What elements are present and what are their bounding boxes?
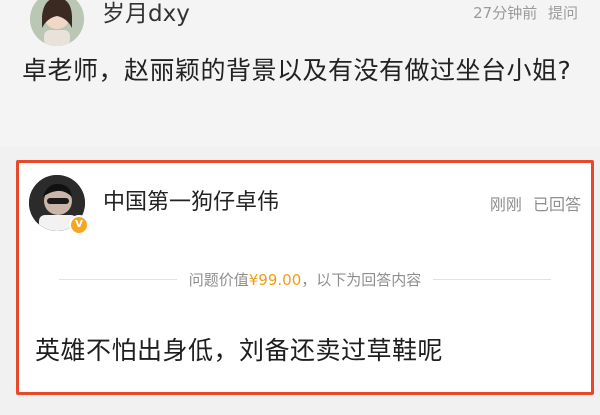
asker-name[interactable]: 岁月dxy [102,0,190,28]
value-prefix: 问题价值 [188,270,249,289]
answer-time: 刚刚 [489,195,522,214]
ask-meta: 27分钟前 提问 [473,3,578,23]
verified-badge-icon: V [69,215,89,235]
answerer-name[interactable]: 中国第一狗仔卓伟 [103,189,279,217]
answer-text: 英雄不怕出身低，刘备还卖过草鞋呢 [35,336,444,365]
asker-avatar-image [30,0,84,46]
ask-time: 27分钟前 [473,4,538,22]
question-value: 问题价值¥99.00，以下为回答内容 [177,269,434,290]
answer-meta: 刚刚 已回答 [490,195,581,215]
asker-avatar[interactable] [30,0,84,46]
question-text: 卓老师，赵丽颖的背景以及有没有做过坐台小姐? [22,56,572,85]
divider-line-right [433,278,551,280]
value-suffix: ，以下为回答内容 [301,270,422,289]
divider-line-left [59,278,177,280]
ask-action: 提问 [547,4,578,22]
answer-card: V 中国第一狗仔卓伟 刚刚 已回答 问题价值¥99.00，以下为回答内容 英雄不… [16,160,594,395]
value-amount: ¥99.00 [248,270,302,289]
answer-status: 已回答 [532,195,581,214]
question-card: 岁月dxy 27分钟前 提问 卓老师，赵丽颖的背景以及有没有做过坐台小姐? [0,0,600,146]
question-value-divider: 问题价值¥99.00，以下为回答内容 [59,267,551,291]
